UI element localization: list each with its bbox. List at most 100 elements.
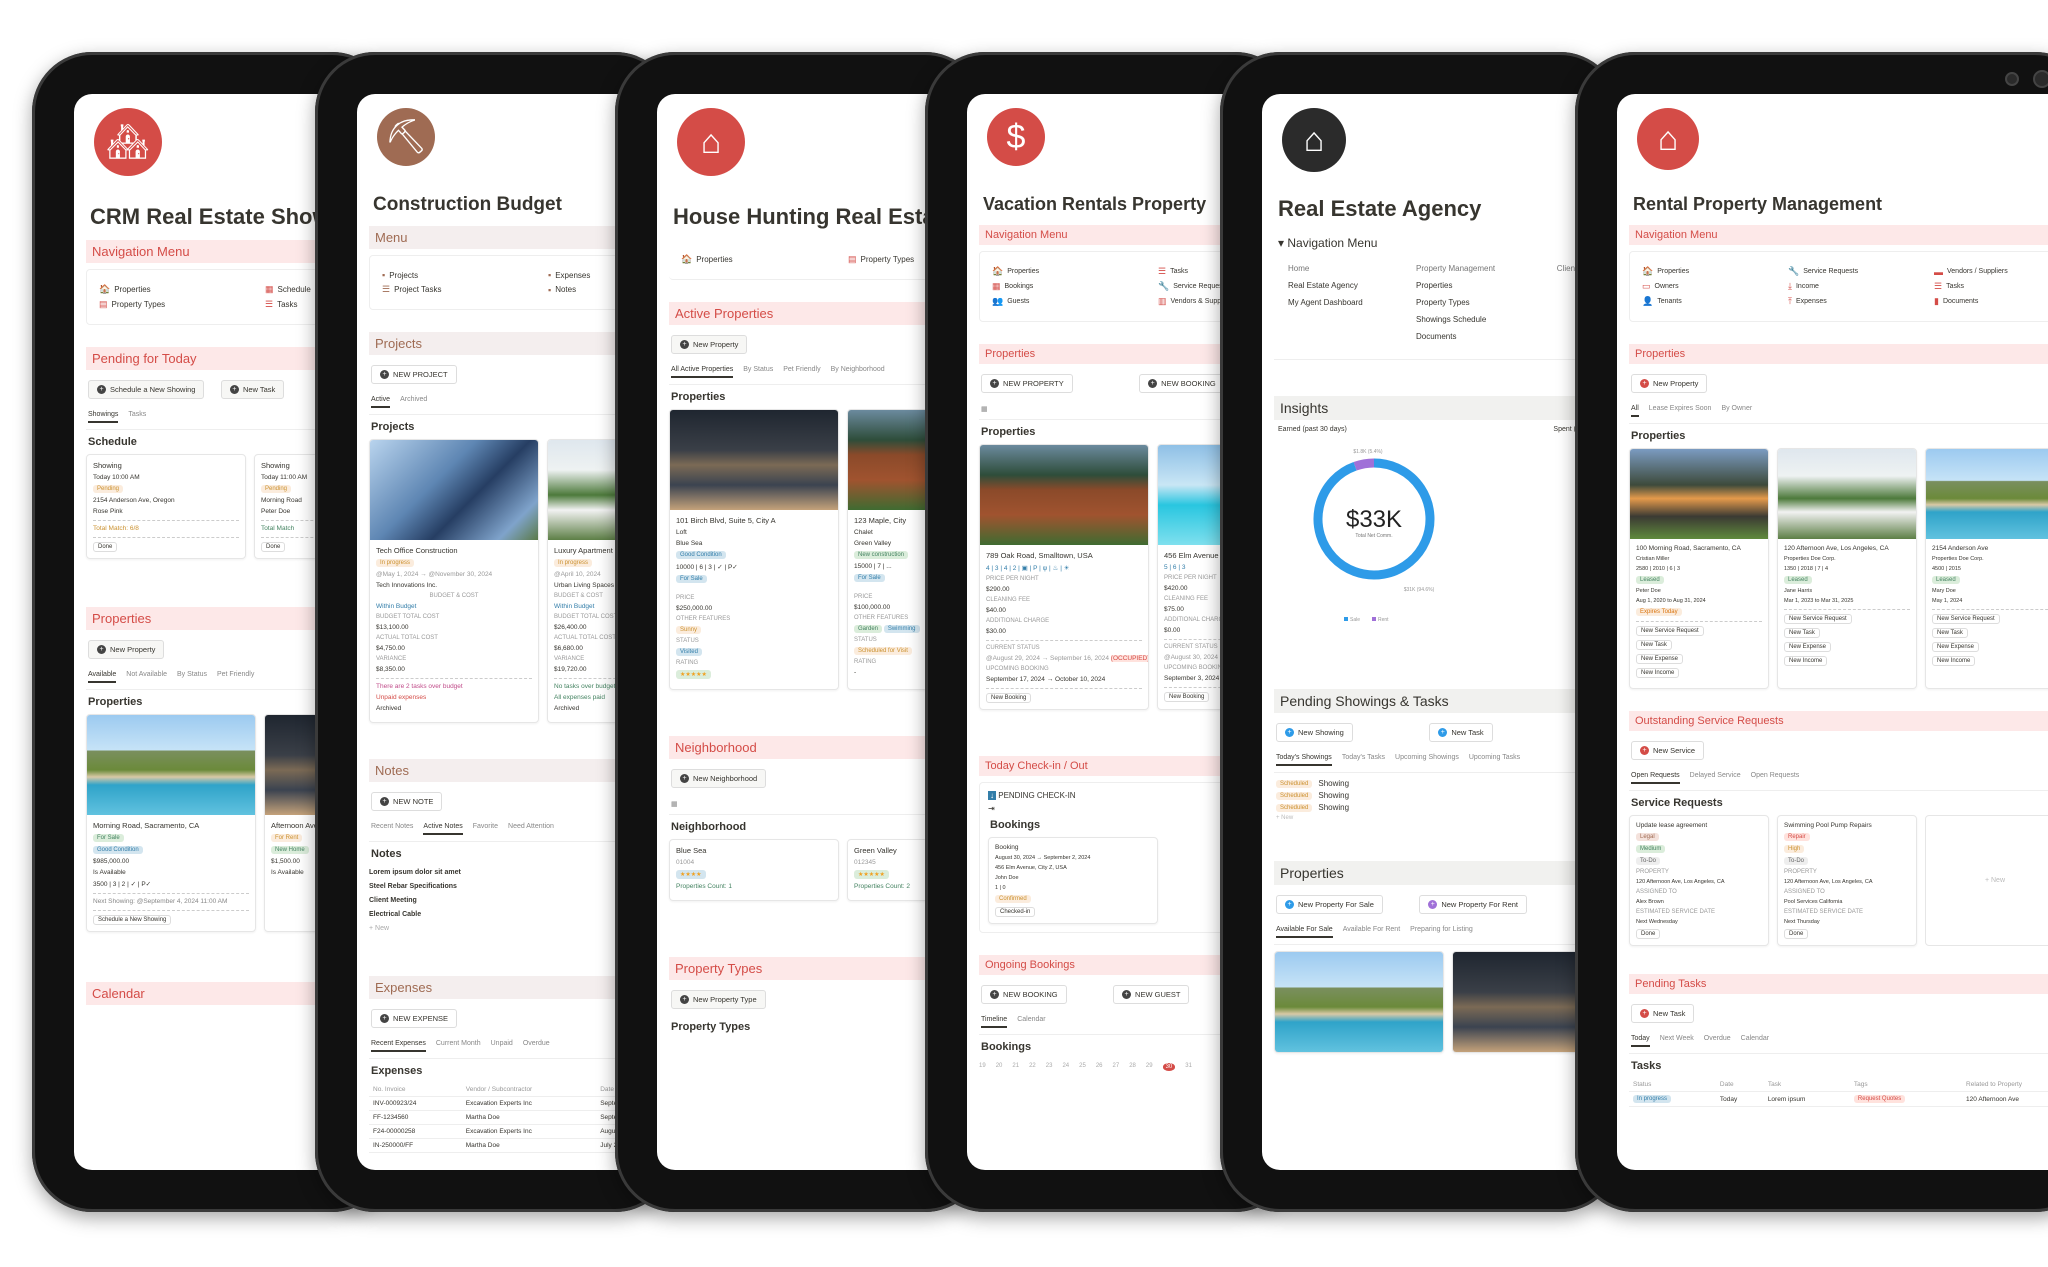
property-neighborhood[interactable]: Blue Sea xyxy=(676,540,832,547)
tab-pet-friendly[interactable]: Pet Friendly xyxy=(217,671,254,683)
tab-for-rent[interactable]: Available For Rent xyxy=(1343,926,1400,938)
tab-todays-tasks[interactable]: Today's Tasks xyxy=(1342,754,1385,766)
nav-item-property-types[interactable]: ▤ Property Types xyxy=(99,299,255,310)
property-owner[interactable]: Cristian Miller xyxy=(1636,556,1762,562)
nav-item-properties[interactable]: 🏠 Properties xyxy=(99,284,255,295)
tab-by-status[interactable]: By Status xyxy=(743,366,773,378)
tab-tasks[interactable]: Tasks xyxy=(128,411,146,423)
showing-address[interactable]: 2154 Anderson Ave, Oregon xyxy=(93,497,239,504)
new-showing-button[interactable]: + New Showing xyxy=(1276,723,1353,742)
timeline-day[interactable]: 25 xyxy=(1079,1063,1086,1071)
nav-toggle[interactable]: ▾ Navigation Menu xyxy=(1278,236,1618,250)
nav-item-guests[interactable]: 👥 Guests xyxy=(992,296,1148,307)
property-action-button[interactable]: New Task xyxy=(1932,628,1968,638)
property-action-button[interactable]: New Expense xyxy=(1932,642,1980,652)
timeline-day[interactable]: 29 xyxy=(1146,1063,1153,1071)
add-row-button[interactable]: + New xyxy=(1276,815,1620,821)
tab-showings[interactable]: Showings xyxy=(88,411,119,423)
timeline-day[interactable]: 27 xyxy=(1113,1063,1120,1071)
property-owner[interactable]: Properties Doe Corp. xyxy=(1932,556,2048,562)
booking-card[interactable]: Booking August 30, 2024 → September 2, 2… xyxy=(988,837,1158,924)
tab-unpaid[interactable]: Unpaid xyxy=(491,1040,513,1052)
tab-calendar[interactable]: Calendar xyxy=(1017,1016,1045,1028)
tab-open-requests[interactable]: Open Requests xyxy=(1631,772,1680,784)
showing-client[interactable]: Rose Pink xyxy=(93,508,239,515)
tab-active[interactable]: Active xyxy=(371,396,391,408)
booking-guest[interactable]: John Doe xyxy=(995,875,1151,881)
nav-item-vendors[interactable]: ▬ Vendors / Suppliers xyxy=(1934,266,2048,277)
tab-upcoming-tasks[interactable]: Upcoming Tasks xyxy=(1469,754,1520,766)
new-task-button[interactable]: + New Task xyxy=(1631,1004,1695,1023)
tab-lease-expires[interactable]: Lease Expires Soon xyxy=(1649,405,1712,417)
tab-by-status[interactable]: By Status xyxy=(177,671,207,683)
tab-recent-expenses[interactable]: Recent Expenses xyxy=(371,1040,426,1052)
new-task-button[interactable]: + New Task xyxy=(220,380,285,399)
new-booking-button[interactable]: + NEW BOOKING xyxy=(1139,374,1225,393)
nav-item-agency[interactable]: Real Estate Agency xyxy=(1288,277,1416,294)
timeline-day[interactable]: 20 xyxy=(996,1063,1003,1071)
list-item[interactable]: Scheduled Showing xyxy=(1276,791,1620,800)
nav-item-expenses[interactable]: ⤒ Expenses xyxy=(1788,296,1924,307)
tab-todays-showings[interactable]: Today's Showings xyxy=(1276,754,1332,766)
property-action-button[interactable]: New Income xyxy=(1784,656,1828,666)
property-action-button[interactable]: New Task xyxy=(1784,628,1820,638)
tenant-name[interactable]: Mary Doe xyxy=(1932,588,2048,594)
tenant-name[interactable]: Jane Harris xyxy=(1784,588,1910,594)
tab-by-neighborhood[interactable]: By Neighborhood xyxy=(831,366,885,378)
timeline-day[interactable]: 21 xyxy=(1012,1063,1019,1071)
property-action-button[interactable]: New Income xyxy=(1636,668,1680,678)
tab-all[interactable]: All xyxy=(1631,405,1639,417)
tab-active-notes[interactable]: Active Notes xyxy=(423,823,463,835)
table-row[interactable]: In progress Today Lorem ipsum Request Quote… xyxy=(1629,1091,2048,1107)
project-client[interactable]: Tech Innovations Inc. xyxy=(376,582,532,589)
tab-today[interactable]: Today xyxy=(1631,1035,1650,1047)
project-card[interactable]: Tech Office Construction In progress @Ma… xyxy=(369,439,539,723)
tab-delayed-service[interactable]: Delayed Service xyxy=(1690,772,1741,784)
nav-item-owners[interactable]: ▭ Owners xyxy=(1642,281,1778,292)
service-card[interactable]: Update lease agreement Legal Medium To-D… xyxy=(1629,815,1769,946)
new-property-button[interactable]: + New Property xyxy=(671,335,748,354)
earned-filter[interactable]: Earned (past 30 days) xyxy=(1278,426,1347,433)
tenant-name[interactable]: Peter Doe xyxy=(1636,588,1762,594)
nav-item-property-types[interactable]: Property Types xyxy=(1416,294,1557,311)
booking-property[interactable]: 456 Elm Avenue, City Z, USA xyxy=(995,865,1151,871)
property-card[interactable]: Morning Road, Sacramento, CA For Sale Go… xyxy=(86,714,256,932)
new-neighborhood-button[interactable]: + New Neighborhood xyxy=(671,769,767,788)
timeline-day[interactable]: 23 xyxy=(1046,1063,1053,1071)
new-property-sale-button[interactable]: + New Property For Sale xyxy=(1276,895,1383,914)
timeline-day[interactable]: 22 xyxy=(1029,1063,1036,1071)
nav-item-project-tasks[interactable]: ☰ Project Tasks xyxy=(382,284,538,295)
nav-item-agent-dashboard[interactable]: My Agent Dashboard xyxy=(1288,294,1416,311)
new-property-button[interactable]: + New Property xyxy=(88,640,165,659)
nav-item-properties[interactable]: Properties xyxy=(1416,277,1557,294)
nav-item-income[interactable]: ⤓ Income xyxy=(1788,281,1924,292)
tab-available[interactable]: Available xyxy=(88,671,117,683)
tab-not-available[interactable]: Not Available xyxy=(126,671,167,683)
nav-item-properties[interactable]: 🏠 Properties xyxy=(1642,266,1778,277)
done-button[interactable]: Done xyxy=(261,542,286,552)
tab-calendar[interactable]: Calendar xyxy=(1741,1035,1769,1047)
done-button[interactable]: Done xyxy=(1636,929,1661,939)
service-property[interactable]: 120 Afternoon Ave, Los Angeles, CA xyxy=(1636,879,1762,885)
new-service-card[interactable]: + New xyxy=(1925,815,2048,946)
new-note-button[interactable]: + NEW NOTE xyxy=(371,792,443,811)
property-action-button[interactable]: New Expense xyxy=(1784,642,1832,652)
tab-favorite[interactable]: Favorite xyxy=(473,823,498,835)
new-project-button[interactable]: + NEW PROJECT xyxy=(371,365,457,384)
column-header[interactable]: Related to Property xyxy=(1962,1078,2048,1092)
nav-item-service-requests[interactable]: 🔧 Service Requests xyxy=(1788,266,1924,277)
nav-item-tenants[interactable]: 👤 Tenants xyxy=(1642,296,1778,307)
property-action-button[interactable]: New Income xyxy=(1932,656,1976,666)
column-header[interactable]: Status xyxy=(1629,1078,1716,1092)
new-booking-button[interactable]: + NEW BOOKING xyxy=(981,985,1067,1004)
column-header[interactable]: Task xyxy=(1763,1078,1850,1092)
done-button[interactable]: Done xyxy=(1784,929,1809,939)
service-assignee[interactable]: Alex Brown xyxy=(1636,899,1762,905)
schedule-showing-button[interactable]: + Schedule a New Showing xyxy=(88,380,205,399)
tab-current-month[interactable]: Current Month xyxy=(436,1040,481,1052)
column-header[interactable]: No. Invoice xyxy=(369,1083,462,1097)
timeline-day[interactable]: 28 xyxy=(1129,1063,1136,1071)
property-type[interactable]: Loft xyxy=(676,529,832,536)
property-action-button[interactable]: New Expense xyxy=(1636,654,1684,664)
checked-in-button[interactable]: Checked-in xyxy=(995,907,1036,917)
